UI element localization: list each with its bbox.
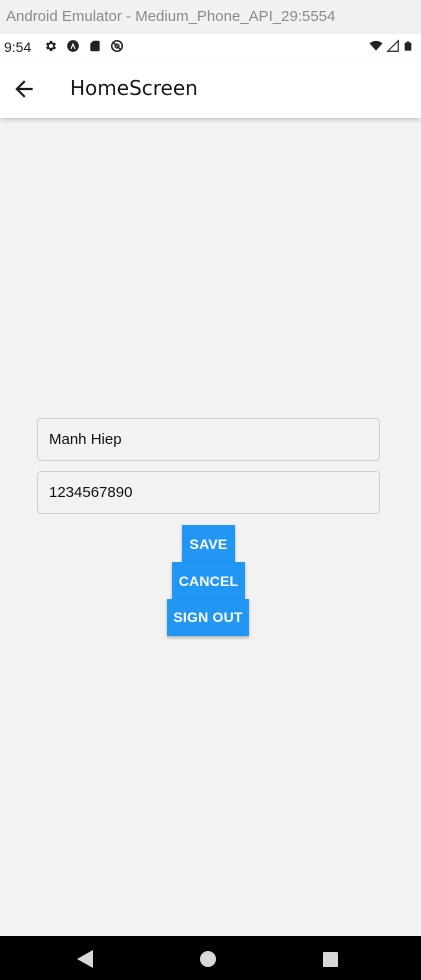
- no-disturb-icon: [110, 39, 124, 53]
- arrow-back-icon[interactable]: [10, 76, 38, 102]
- name-field[interactable]: [37, 418, 380, 461]
- status-icons-left: [44, 39, 124, 53]
- status-time: 9:54: [4, 39, 32, 55]
- status-icons-right: [369, 39, 413, 53]
- phone-field[interactable]: [37, 471, 380, 514]
- settings-icon: [45, 40, 57, 52]
- page-title: HomeScreen: [70, 76, 198, 100]
- nav-recents-icon[interactable]: [323, 952, 338, 967]
- cancel-button[interactable]: CANCEL: [172, 562, 245, 600]
- app-bar: HomeScreen: [0, 60, 421, 118]
- battery-icon: [404, 41, 412, 51]
- status-bar: 9:54: [0, 34, 421, 60]
- sd-card-icon: [90, 40, 100, 52]
- emulator-window-title: Android Emulator - Medium_Phone_API_29:5…: [0, 0, 421, 34]
- wifi-icon: [369, 40, 383, 51]
- nav-back-icon[interactable]: [76, 949, 94, 969]
- system-nav-bar: [0, 936, 421, 980]
- save-button[interactable]: SAVE: [182, 525, 235, 563]
- sign-out-button[interactable]: SIGN OUT: [167, 599, 249, 636]
- android-auto-icon: [67, 40, 79, 52]
- signal-icon: [386, 39, 399, 52]
- nav-home-icon[interactable]: [200, 951, 216, 967]
